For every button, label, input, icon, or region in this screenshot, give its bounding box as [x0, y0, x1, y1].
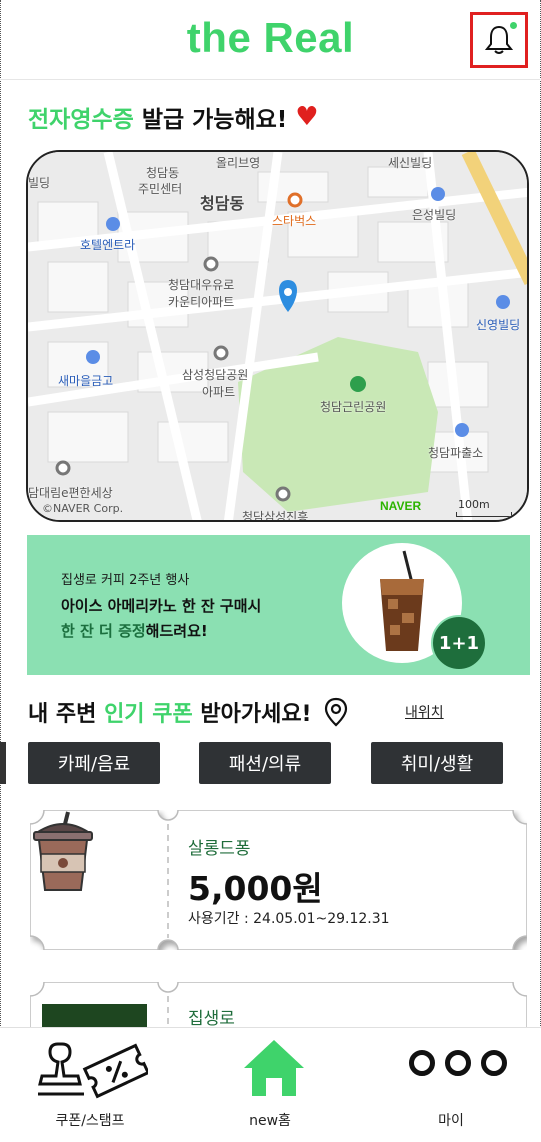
- coupon-store-name: 집생로: [188, 1009, 235, 1029]
- nearby-prefix: 내 주변: [28, 702, 97, 727]
- coupon-store-name: 살롱드퐁: [188, 839, 251, 859]
- promo-line-2-rest: 해드려요!: [145, 622, 208, 640]
- promo-line-1: 아이스 아메리카노 한 잔 구매시: [61, 597, 262, 615]
- category-fashion[interactable]: 패션/의류: [199, 742, 331, 784]
- my-location-link[interactable]: 내위치: [405, 702, 444, 722]
- map-label: 청담동: [146, 166, 180, 180]
- map-label: 청담삼성진흥: [242, 510, 309, 522]
- map-label: 삼성청담공원: [182, 368, 249, 382]
- header: the Real: [0, 0, 541, 80]
- map-copyright: ©NAVER Corp.: [42, 502, 124, 515]
- nav-label: new홈: [249, 1113, 291, 1129]
- nav-my[interactable]: 마이: [361, 1028, 541, 1142]
- promo-line-2: 한 잔 더 증정해드려요!: [61, 620, 208, 641]
- app-logo: the Real: [186, 14, 355, 61]
- map-label: 올리브영: [216, 156, 261, 170]
- nav-home[interactable]: new홈: [180, 1028, 360, 1142]
- nearby-highlight: 인기 쿠폰: [104, 702, 193, 727]
- map-label: 청담근린공원: [320, 400, 387, 414]
- map-label: 담대림e편한세상: [28, 486, 113, 500]
- coupon-period: 사용기간 : 24.05.01~29.12.31: [188, 911, 390, 927]
- map-label: 청담대우유로: [168, 278, 235, 292]
- nav-coupon-stamp[interactable]: 쿠폰/스탬프: [0, 1028, 180, 1142]
- map-provider-logo: NAVER: [380, 499, 422, 513]
- stamp-coupon-icon: [38, 1042, 148, 1099]
- map-scale-bar: [456, 512, 512, 517]
- nearby-coupons-title: 내 주변 인기 쿠폰 받아가세요!: [28, 696, 348, 728]
- bell-icon: [484, 25, 514, 54]
- heart-icon: ♥: [295, 102, 319, 132]
- iced-coffee-icon: [33, 811, 93, 891]
- map-label: 아파트: [202, 385, 236, 399]
- map-label: 카운티아파트: [168, 295, 235, 309]
- map-label: 청담동: [200, 194, 245, 213]
- map-scale-label: 100m: [458, 498, 490, 511]
- category-cafe-drink[interactable]: 카페/음료: [28, 742, 160, 784]
- map-label: 주민센터: [138, 182, 183, 196]
- e-receipt-highlight: 전자영수증: [28, 107, 134, 133]
- e-receipt-banner: 전자영수증 발급 가능해요! ♥: [28, 100, 319, 134]
- map-label: 빌딩: [28, 176, 51, 190]
- map-label: 세신빌딩: [388, 156, 433, 170]
- more-icon: [409, 1050, 507, 1076]
- notification-dot: [510, 22, 517, 29]
- category-tabs: 카페/음료 패션/의류 취미/생활: [28, 742, 528, 784]
- nav-label: 쿠폰/스탬프: [55, 1113, 125, 1129]
- nav-label: 마이: [438, 1113, 464, 1129]
- map-label: 스타벅스: [272, 214, 317, 228]
- nearby-suffix: 받아가세요!: [200, 702, 312, 727]
- location-map[interactable]: 청담동 주민센터 올리브영 세신빌딩 빌딩 청담동 스타벅스 은성빌딩 호텔엔트…: [26, 150, 529, 522]
- e-receipt-text: 발급 가능해요!: [141, 107, 288, 133]
- map-label: 새마을금고: [58, 374, 114, 388]
- map-label: 은성빌딩: [412, 208, 457, 222]
- home-icon: [244, 1040, 304, 1096]
- location-pin-icon: [324, 697, 347, 727]
- map-label: 호텔엔트라: [80, 238, 136, 252]
- promo-banner[interactable]: 집생로 커피 2주년 행사 아이스 아메리카노 한 잔 구매시 한 잔 더 증정…: [27, 535, 530, 675]
- category-hobby-life[interactable]: 취미/생활: [371, 742, 503, 784]
- promo-line-2-highlight: 한 잔 더 증정: [61, 622, 146, 640]
- one-plus-one-badge: 1+1: [431, 615, 487, 671]
- notification-button[interactable]: [470, 12, 528, 68]
- promo-subtitle: 집생로 커피 2주년 행사: [61, 573, 190, 588]
- map-label: 청담파출소: [428, 446, 484, 460]
- coupon-card[interactable]: 살롱드퐁 5,000원 사용기간 : 24.05.01~29.12.31: [30, 810, 527, 950]
- map-label: 신영빌딩: [476, 318, 521, 332]
- scroll-indicator: [0, 742, 6, 784]
- coupon-amount: 5,000원: [188, 869, 323, 908]
- bottom-nav: 쿠폰/스탬프 new홈 마이: [0, 1027, 541, 1142]
